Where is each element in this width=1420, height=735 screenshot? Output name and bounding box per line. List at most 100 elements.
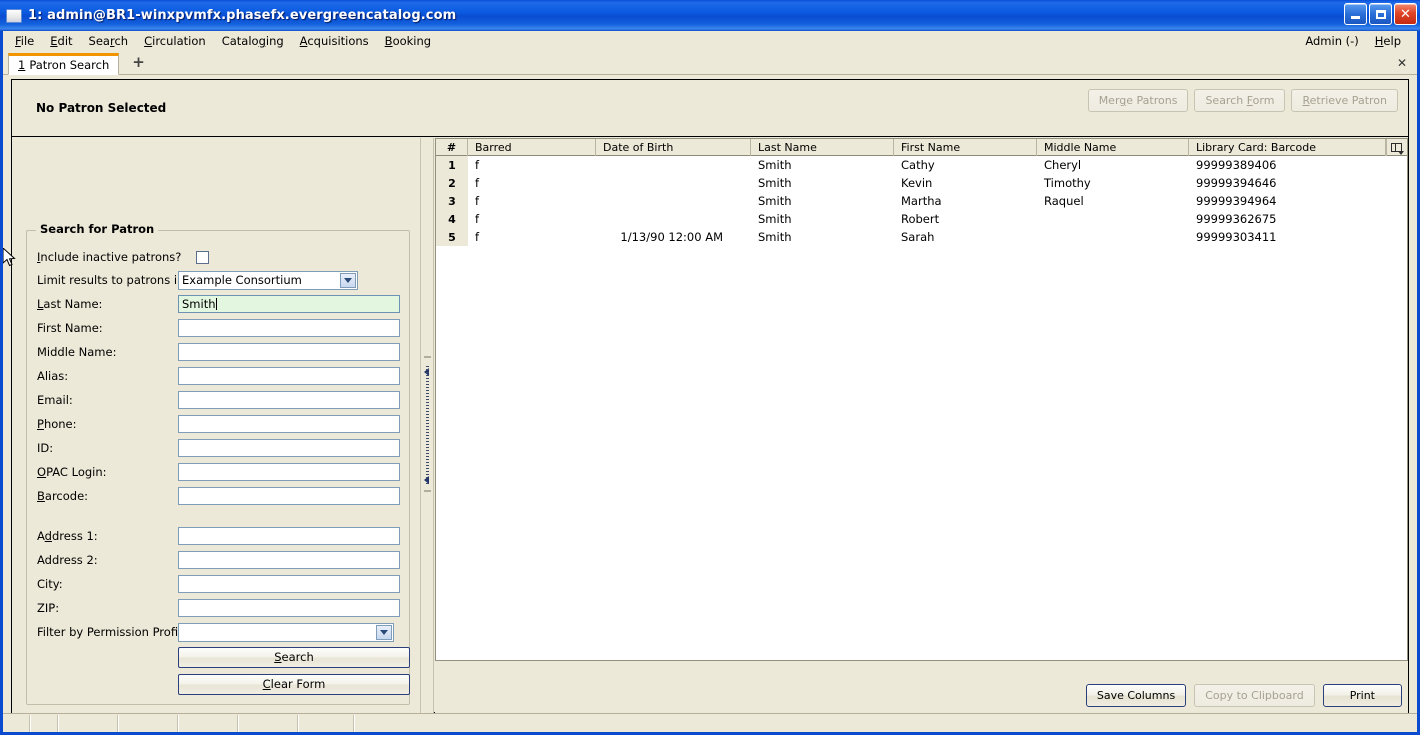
patron-summary-strip: No Patron Selected Merge Patrons Search … <box>12 80 1408 137</box>
application-window: 1: admin@BR1-winxpvmfx.phasefx.evergreen… <box>0 0 1420 735</box>
cell-first: Sarah <box>901 230 935 244</box>
search-button[interactable]: Search <box>178 646 410 668</box>
middle-name-label: Middle Name: <box>37 345 117 359</box>
status-cell-3 <box>119 714 179 732</box>
menu-help[interactable]: Help <box>1369 32 1411 50</box>
menu-cataloging[interactable]: Cataloging <box>216 32 294 50</box>
cell-num: 3 <box>436 192 468 210</box>
status-cell-5 <box>239 714 299 732</box>
close-button[interactable]: ✕ <box>1394 3 1417 25</box>
field-row-barcode: Barcode: <box>27 484 411 508</box>
phone-input[interactable] <box>178 415 400 433</box>
id-label: ID: <box>37 441 54 455</box>
field-row-permission-profile: Filter by Permission Profile: <box>27 620 411 644</box>
phone-label: Phone: <box>37 417 77 431</box>
grid-header-row: # Barred Date of Birth Last Name First Name M… <box>436 139 1407 156</box>
search-for-patron-fieldset: Search for Patron Include inactive patro… <box>26 222 411 705</box>
permission-profile-select[interactable] <box>178 622 394 642</box>
email-input[interactable] <box>178 391 400 409</box>
cell-dob <box>596 210 751 228</box>
cell-barcode: 99999362675 <box>1196 212 1277 226</box>
limit-results-select[interactable]: Example Consortium <box>178 270 358 290</box>
address-1-label: Address 1: <box>37 529 98 543</box>
middle-name-input[interactable] <box>178 343 400 361</box>
panel-splitter[interactable] <box>420 138 434 713</box>
grid-header-middle[interactable]: Middle Name <box>1037 139 1189 156</box>
title-bar: 1: admin@BR1-winxpvmfx.phasefx.evergreen… <box>0 0 1420 31</box>
alias-input[interactable] <box>178 367 400 385</box>
table-row[interactable]: 3 f Smith Martha Raquel 99999394964 <box>436 192 1407 210</box>
opac-login-input[interactable] <box>178 463 400 481</box>
city-label: City: <box>37 577 63 591</box>
search-fieldset-legend: Search for Patron <box>36 222 159 236</box>
menu-circulation[interactable]: Circulation <box>138 32 216 50</box>
field-row-search-button: Search <box>27 645 411 669</box>
barcode-input[interactable] <box>178 487 400 505</box>
include-inactive-checkbox[interactable] <box>196 250 209 264</box>
table-row[interactable]: 4 f Smith Robert 99999362675 <box>436 210 1407 228</box>
save-columns-button[interactable]: Save Columns <box>1085 684 1187 707</box>
grid-header-num[interactable]: # <box>436 139 468 156</box>
close-tab-button[interactable]: ✕ <box>1397 56 1407 70</box>
field-row-limit-results: Limit results to patrons in Example Cons… <box>27 268 411 292</box>
column-picker-icon[interactable] <box>1385 139 1407 156</box>
maximize-button[interactable] <box>1369 3 1392 25</box>
window-controls: ✕ <box>1344 3 1417 25</box>
table-row[interactable]: 1 f Smith Cathy Cheryl 99999389406 <box>436 156 1407 174</box>
email-label: Email: <box>37 393 73 407</box>
clear-form-button[interactable]: Clear Form <box>178 673 410 695</box>
results-action-buttons: Save Columns Copy to Clipboard Print <box>1085 684 1402 707</box>
cell-barred: f <box>475 176 480 190</box>
grid-header-last[interactable]: Last Name <box>751 139 894 156</box>
permission-profile-label: Filter by Permission Profile: <box>37 625 193 639</box>
minimize-button[interactable] <box>1344 3 1367 25</box>
address-2-input[interactable] <box>178 551 400 569</box>
cell-dob <box>596 192 751 210</box>
last-name-input[interactable]: Smith <box>178 295 400 313</box>
retrieve-patron-button[interactable]: Retrieve Patron <box>1291 89 1398 112</box>
splitter-collapse-arrow-bottom[interactable] <box>424 476 429 484</box>
splitter-grip[interactable] <box>426 365 429 486</box>
cell-middle <box>1037 228 1189 246</box>
menu-edit[interactable]: Edit <box>44 32 82 50</box>
first-name-input[interactable] <box>178 319 400 337</box>
status-cell-1 <box>31 714 59 732</box>
search-form-button[interactable]: Search Form <box>1194 89 1286 112</box>
cell-last: Smith <box>758 194 792 208</box>
splitter-tick-top <box>424 356 431 358</box>
grid-header-barcode[interactable]: Library Card: Barcode <box>1189 139 1387 156</box>
city-input[interactable] <box>178 575 400 593</box>
merge-patrons-button[interactable]: Merge Patrons <box>1087 89 1189 112</box>
include-inactive-label: Include inactive patrons? <box>37 250 182 264</box>
grid-header-first[interactable]: First Name <box>894 139 1037 156</box>
table-row[interactable]: 2 f Smith Kevin Timothy 99999394646 <box>436 174 1407 192</box>
window-title: 1: admin@BR1-winxpvmfx.phasefx.evergreen… <box>28 8 457 23</box>
menu-bar: File Edit Search Circulation Cataloging … <box>3 31 1417 51</box>
status-cell-main <box>355 715 1417 732</box>
status-bar <box>3 713 1417 732</box>
grid-body: 1 f Smith Cathy Cheryl 99999389406 2 f Smith Kevi… <box>436 156 1407 661</box>
field-row-email: Email: <box>27 388 411 412</box>
menu-booking[interactable]: Booking <box>379 32 441 50</box>
address-1-input[interactable] <box>178 527 400 545</box>
field-row-address-2: Address 2: <box>27 548 411 572</box>
new-tab-button[interactable]: + <box>127 53 150 71</box>
grid-header-barred[interactable]: Barred <box>468 139 596 156</box>
id-input[interactable] <box>178 439 400 457</box>
print-button[interactable]: Print <box>1322 684 1402 707</box>
copy-to-clipboard-button[interactable]: Copy to Clipboard <box>1194 684 1315 707</box>
menu-file[interactable]: File <box>9 32 44 50</box>
limit-results-label: Limit results to patrons in <box>37 273 185 287</box>
chevron-down-icon <box>376 624 392 640</box>
cell-barcode: 99999394964 <box>1196 194 1277 208</box>
menu-acquisitions[interactable]: Acquisitions <box>294 32 379 50</box>
window-icon <box>6 8 22 23</box>
menu-admin[interactable]: Admin (-) <box>1299 32 1368 50</box>
field-row-address-1: Address 1: <box>27 524 411 548</box>
grid-header-dob[interactable]: Date of Birth <box>596 139 751 156</box>
table-row[interactable]: 5 f 1/13/90 12:00 AM Smith Sarah 99999303411 <box>436 228 1407 246</box>
tab-patron-search[interactable]: 1 Patron Search <box>8 53 120 75</box>
zip-input[interactable] <box>178 599 400 617</box>
menu-search[interactable]: Search <box>83 32 139 50</box>
address-2-label: Address 2: <box>37 553 98 567</box>
